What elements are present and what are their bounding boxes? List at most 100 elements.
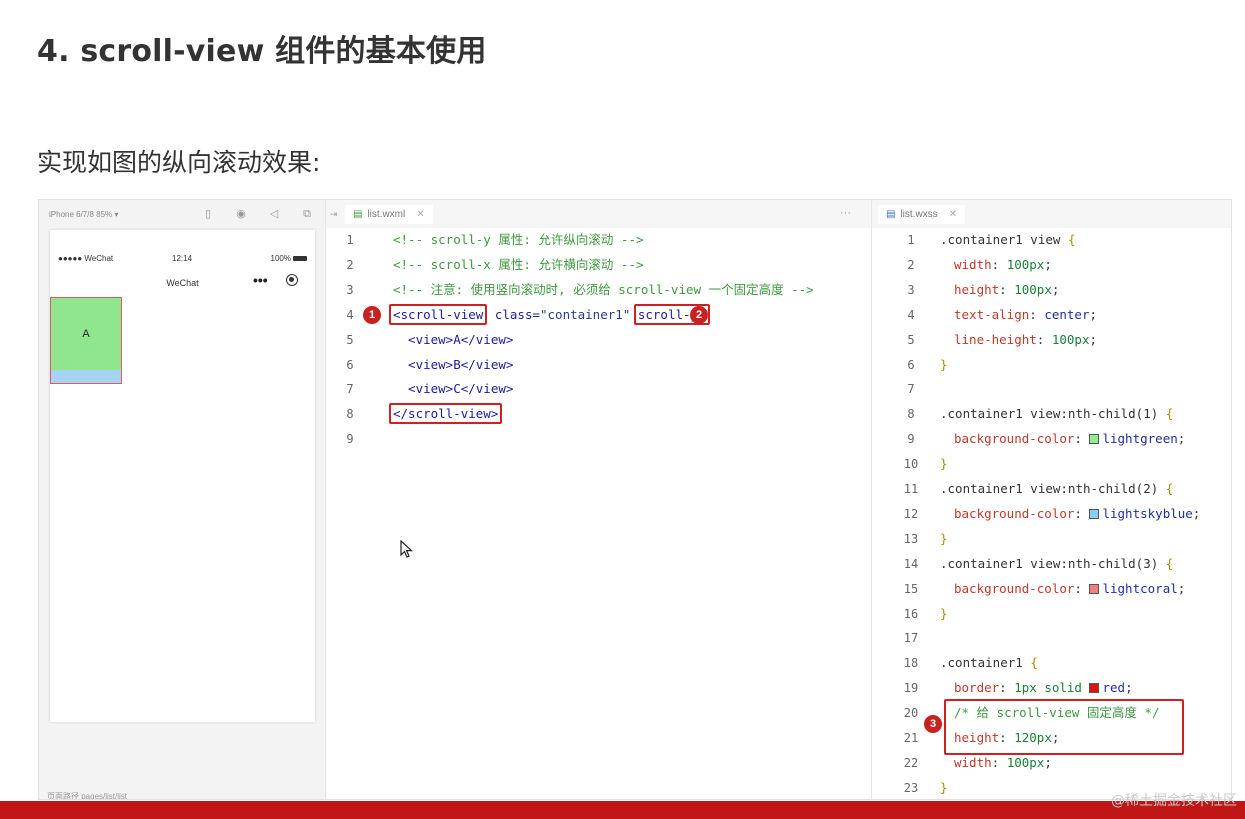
line-number: 5 <box>346 332 354 347</box>
window-icon[interactable]: ⧉ <box>301 208 313 220</box>
color-swatch-icon <box>1089 508 1100 519</box>
tab-label: list.wxml <box>367 209 406 220</box>
simulator-toolbar: iPhone 6/7/8 85% ▾ ▯ ◉ ◁ ⧉ <box>39 200 326 228</box>
class-value: "container1" <box>540 306 631 322</box>
battery-level: 100% <box>270 254 291 263</box>
code-line: 7 <view>C</view> <box>327 377 871 401</box>
line-number: 22 <box>903 755 919 770</box>
line-number: 4 <box>907 307 915 322</box>
line-text: .container1 view:nth-child(3) { <box>940 552 1173 576</box>
css-semicolon: ; <box>1177 580 1186 596</box>
code-line: 4 text-align: center; <box>872 303 1231 327</box>
css-brace: } <box>940 605 948 621</box>
line-number: 15 <box>903 581 919 596</box>
line-text: background-color: lightcoral; <box>954 577 1185 601</box>
line-number: 18 <box>903 656 919 671</box>
css-value: lightgreen <box>1102 431 1178 447</box>
code-line: 3 height: 100px; <box>872 278 1231 302</box>
phone-screen: ●●●●● WeChat 12:14 100% WeChat ••• A <box>50 230 315 722</box>
css-value: lightskyblue <box>1102 505 1193 521</box>
class-attr: class= <box>487 306 540 322</box>
line-number: 20 <box>903 706 919 721</box>
line-number: 6 <box>346 357 354 372</box>
line-number: 12 <box>903 506 919 521</box>
code-line: 1 .container1 view { <box>872 228 1231 252</box>
file-icon: ▤ <box>886 209 896 220</box>
color-swatch-icon <box>1089 434 1100 445</box>
css-colon: : <box>1074 505 1090 521</box>
code-line: 6} <box>872 353 1231 377</box>
code-line: 10} <box>872 452 1231 476</box>
device-select[interactable]: iPhone 6/7/8 85% ▾ <box>49 210 118 219</box>
line-number: 19 <box>903 681 919 696</box>
line-number: 9 <box>907 432 915 447</box>
css-property: width <box>954 754 992 770</box>
line-text: line-height: 100px; <box>954 328 1097 352</box>
scroll-view-open-tag: <scroll-view <box>389 303 488 325</box>
close-icon[interactable]: ✕ <box>416 209 424 220</box>
css-colon: : <box>991 754 1007 770</box>
css-brace: { <box>1165 406 1174 422</box>
line-text: height: 100px; <box>954 278 1059 302</box>
code-comment: <!-- 注意: 使用竖向滚动时, 必须给 scroll-view 一个固定高度… <box>393 281 814 297</box>
battery-indicator: 100% <box>271 254 307 263</box>
code-line: 19 border: 1px solid red; <box>872 676 1231 700</box>
css-brace: { <box>1165 555 1174 571</box>
tab-list-wxss[interactable]: ▤ list.wxss ✕ <box>878 205 966 224</box>
code-line: 16} <box>872 602 1231 626</box>
code-line: 2 <!-- scroll-x 属性: 允许横向滚动 --> <box>327 253 871 277</box>
css-property: background-color <box>954 431 1075 447</box>
line-number: 8 <box>346 407 354 422</box>
code-line: 7 <box>872 377 1231 401</box>
battery-icon <box>293 256 307 261</box>
status-time: 12:14 <box>172 254 193 263</box>
line-number: 3 <box>907 282 915 297</box>
tab-list-wxml[interactable]: ▤ list.wxml ✕ <box>345 205 433 224</box>
css-number: 100px <box>1006 754 1045 770</box>
scroll-view-close-tag: </scroll-view> <box>389 403 503 425</box>
more-icon[interactable]: ··· <box>840 207 851 219</box>
record-icon[interactable]: ◉ <box>235 208 247 220</box>
wxss-tab-bar: ▤ list.wxss ✕ <box>872 200 1231 228</box>
css-number: 100px <box>1051 331 1090 347</box>
code-line: 17 <box>872 626 1231 650</box>
line-text: background-color: lightskyblue; <box>954 502 1200 526</box>
volume-icon[interactable]: ◁ <box>268 208 280 220</box>
css-value: lightcoral <box>1102 580 1178 596</box>
css-selector: .container1 view <box>940 232 1068 247</box>
css-selector: .container1 view:nth-child(1) <box>940 406 1166 422</box>
css-brace: } <box>940 456 948 472</box>
css-semicolon: ; <box>1125 680 1133 696</box>
css-colon: : <box>991 256 1007 272</box>
footer-bar <box>0 801 1245 819</box>
code-tag: <view>C</view> <box>393 381 514 397</box>
line-text: <view>B</view> <box>393 353 513 377</box>
line-number: 21 <box>903 731 919 745</box>
css-semicolon: ; <box>1044 256 1052 272</box>
callout-badge: 1 <box>363 305 381 324</box>
line-text: .container1 view:nth-child(2) { <box>940 477 1173 501</box>
line-number: 7 <box>346 382 354 397</box>
code-line: 15 background-color: lightcoral; <box>872 577 1231 601</box>
scroll-view-preview[interactable]: A <box>50 297 122 384</box>
close-icon[interactable]: ✕ <box>949 209 957 220</box>
css-selector: .container1 <box>940 655 1031 671</box>
css-brace: } <box>940 779 948 795</box>
more-icon[interactable]: ••• <box>253 272 268 288</box>
wxss-editor[interactable]: ▤ list.wxss ✕ 1 .container1 view {2 width:… <box>871 200 1231 799</box>
signal-indicator: ●●●●● WeChat <box>58 254 114 263</box>
capsule-close-icon[interactable] <box>286 274 298 286</box>
code-line: 2 width: 100px; <box>872 253 1231 277</box>
css-semicolon: ; <box>1051 281 1060 297</box>
line-number: 6 <box>907 357 915 372</box>
split-icon[interactable]: ⇥ <box>330 209 338 220</box>
wxml-tab-bar: ⇥ ▤ list.wxml ✕ ··· <box>327 200 871 228</box>
line-number: 2 <box>907 257 915 272</box>
line-number: 1 <box>907 233 915 247</box>
phone-icon[interactable]: ▯ <box>202 208 214 220</box>
callout-badge: 2 <box>690 305 708 324</box>
wxml-editor[interactable]: ⇥ ▤ list.wxml ✕ ··· 1 <!-- scroll-y 属性: 允… <box>327 200 871 799</box>
css-number: 1px solid <box>1014 680 1082 696</box>
nav-title: WeChat <box>166 278 199 288</box>
